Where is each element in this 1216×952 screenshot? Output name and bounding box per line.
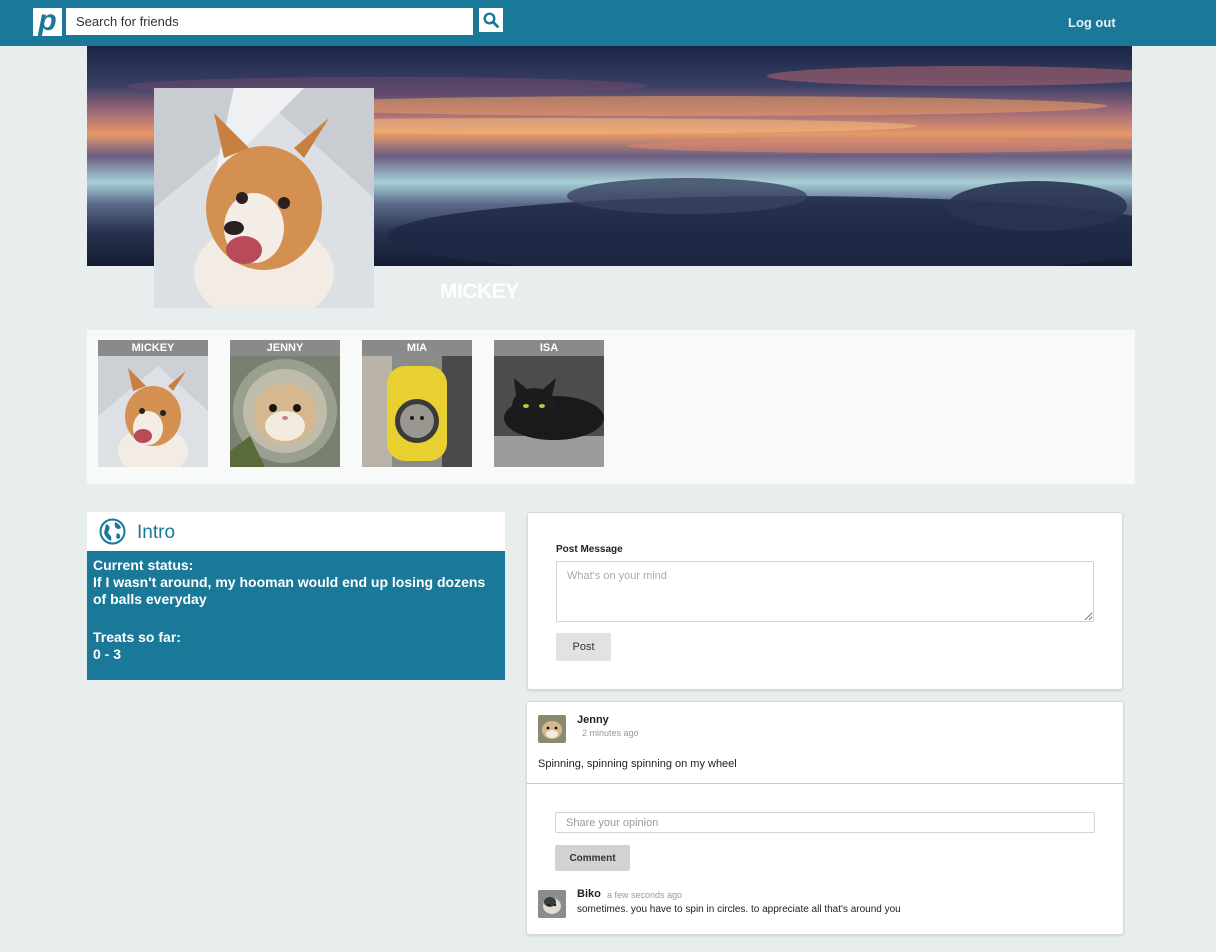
comment-input[interactable]: [555, 812, 1095, 833]
search-input[interactable]: [66, 8, 473, 35]
friend-photo: [494, 356, 604, 467]
post-author-avatar[interactable]: [538, 715, 566, 743]
intro-title: Intro: [137, 522, 176, 543]
top-navbar: p Log out: [0, 0, 1216, 46]
feed-post: Jenny 2 minutes ago Spinning, spinning s…: [526, 701, 1124, 935]
corgi-photo: [154, 88, 374, 308]
profile-name: MICKEY: [440, 280, 519, 303]
divider: [527, 783, 1123, 784]
comment-text: sometimes. you have to spin in circles. …: [577, 904, 901, 915]
post-text: Spinning, spinning spinning on my wheel: [538, 758, 737, 770]
treats-value: 0 - 3: [93, 646, 122, 662]
post-timestamp: 2 minutes ago: [582, 728, 639, 738]
post-message-label: Post Message: [556, 544, 623, 555]
friend-name: JENNY: [230, 340, 340, 356]
friend-card-isa[interactable]: ISA: [494, 340, 604, 467]
globe-icon: [99, 518, 126, 545]
friend-card-jenny[interactable]: JENNY: [230, 340, 340, 467]
post-button[interactable]: Post: [556, 633, 611, 661]
search-button[interactable]: [479, 8, 503, 32]
friends-strip: MICKEY JENNY MIA ISA: [87, 330, 1135, 484]
friend-name: ISA: [494, 340, 604, 356]
search-icon: [483, 12, 499, 28]
logo-letter: p: [38, 4, 57, 37]
treats-label: Treats so far:: [93, 629, 181, 645]
logout-link[interactable]: Log out: [1068, 15, 1116, 30]
status-text: If I wasn't around, my hooman would end …: [93, 574, 486, 607]
friend-name: MICKEY: [98, 340, 208, 356]
friend-photo: [362, 356, 472, 467]
friend-name: MIA: [362, 340, 472, 356]
comment-author-avatar[interactable]: [538, 890, 566, 918]
comment-button[interactable]: Comment: [555, 845, 630, 871]
comment-author-name[interactable]: Biko: [577, 888, 601, 900]
post-author-name[interactable]: Jenny: [577, 714, 609, 726]
status-label: Current status:: [93, 557, 194, 573]
intro-body: Current status: If I wasn't around, my h…: [87, 551, 505, 680]
friend-photo: [98, 356, 208, 467]
app-logo[interactable]: p: [33, 4, 62, 37]
post-composer: Post Message Post: [527, 512, 1123, 690]
friend-card-mia[interactable]: MIA: [362, 340, 472, 467]
post-message-input[interactable]: [556, 561, 1094, 622]
intro-header: Intro: [87, 512, 505, 551]
profile-avatar[interactable]: [154, 88, 374, 308]
friend-card-mickey[interactable]: MICKEY: [98, 340, 208, 467]
comment-timestamp: a few seconds ago: [607, 890, 683, 900]
friend-photo: [230, 356, 340, 467]
